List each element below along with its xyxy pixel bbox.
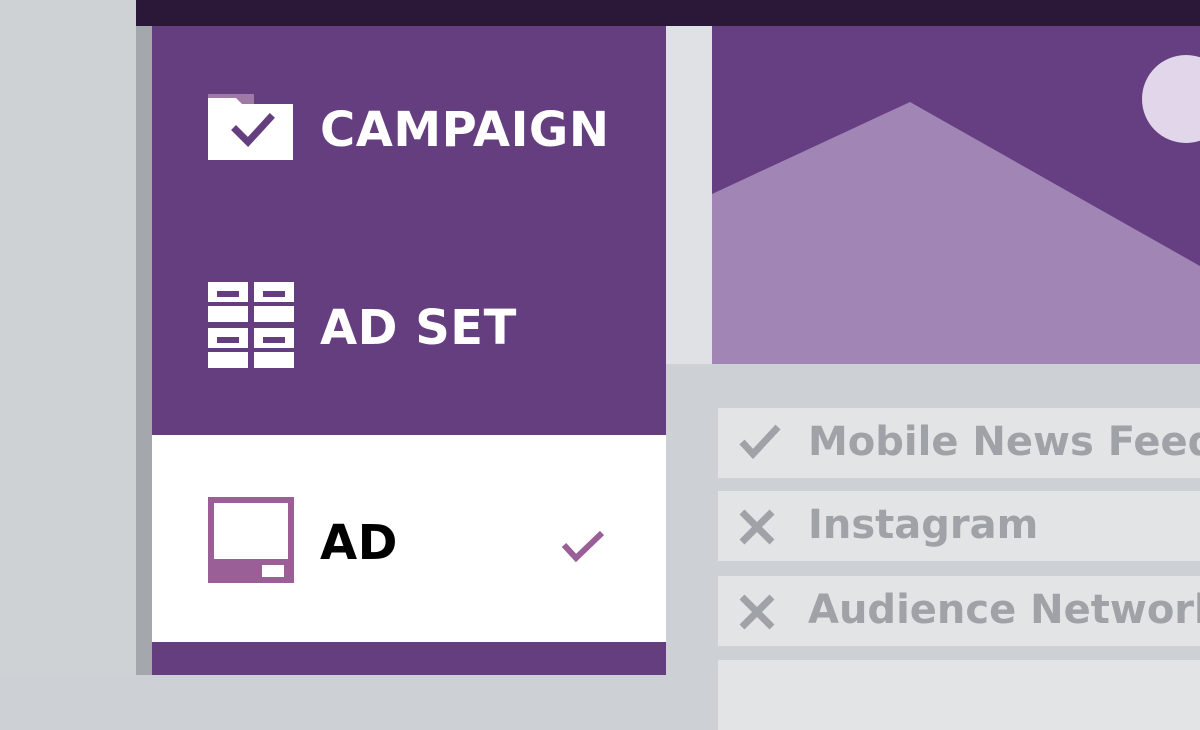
image-placeholder-icon: [712, 26, 1200, 364]
nav-item-campaign[interactable]: CAMPAIGN: [152, 66, 666, 196]
left-background: [0, 0, 136, 675]
placement-row-partial: [718, 660, 1200, 730]
grid-icon: [208, 282, 296, 374]
placement-label: Mobile News Feed: [808, 419, 1200, 465]
nav-item-label: AD SET: [320, 300, 517, 356]
top-bar: [136, 0, 1200, 26]
nav-item-ad[interactable]: AD: [152, 435, 666, 642]
preview-frame: [666, 26, 712, 364]
placement-row-audience-network[interactable]: Audience Network: [718, 576, 1200, 646]
placement-label: Audience Network: [808, 587, 1200, 633]
checkmark-icon: [738, 423, 782, 465]
nav-item-partial: [152, 642, 666, 675]
panel-divider: [136, 0, 152, 675]
nav-item-label: AD: [320, 515, 398, 571]
ad-frame-icon: [208, 497, 296, 589]
x-icon: [738, 593, 776, 635]
ad-structure-nav: CAMPAIGN AD SET AD: [152, 26, 666, 675]
folder-check-icon: [208, 90, 294, 166]
nav-item-ad-set[interactable]: AD SET: [152, 266, 666, 396]
placement-row-instagram[interactable]: Instagram: [718, 491, 1200, 561]
x-icon: [738, 508, 776, 550]
checkmark-icon: [560, 529, 606, 569]
placements-list: Mobile News Feed Instagram Audience Netw…: [666, 364, 1200, 730]
placement-label: Instagram: [808, 502, 1039, 548]
placement-row-mobile-news-feed[interactable]: Mobile News Feed: [718, 408, 1200, 478]
nav-item-label: CAMPAIGN: [320, 102, 610, 158]
